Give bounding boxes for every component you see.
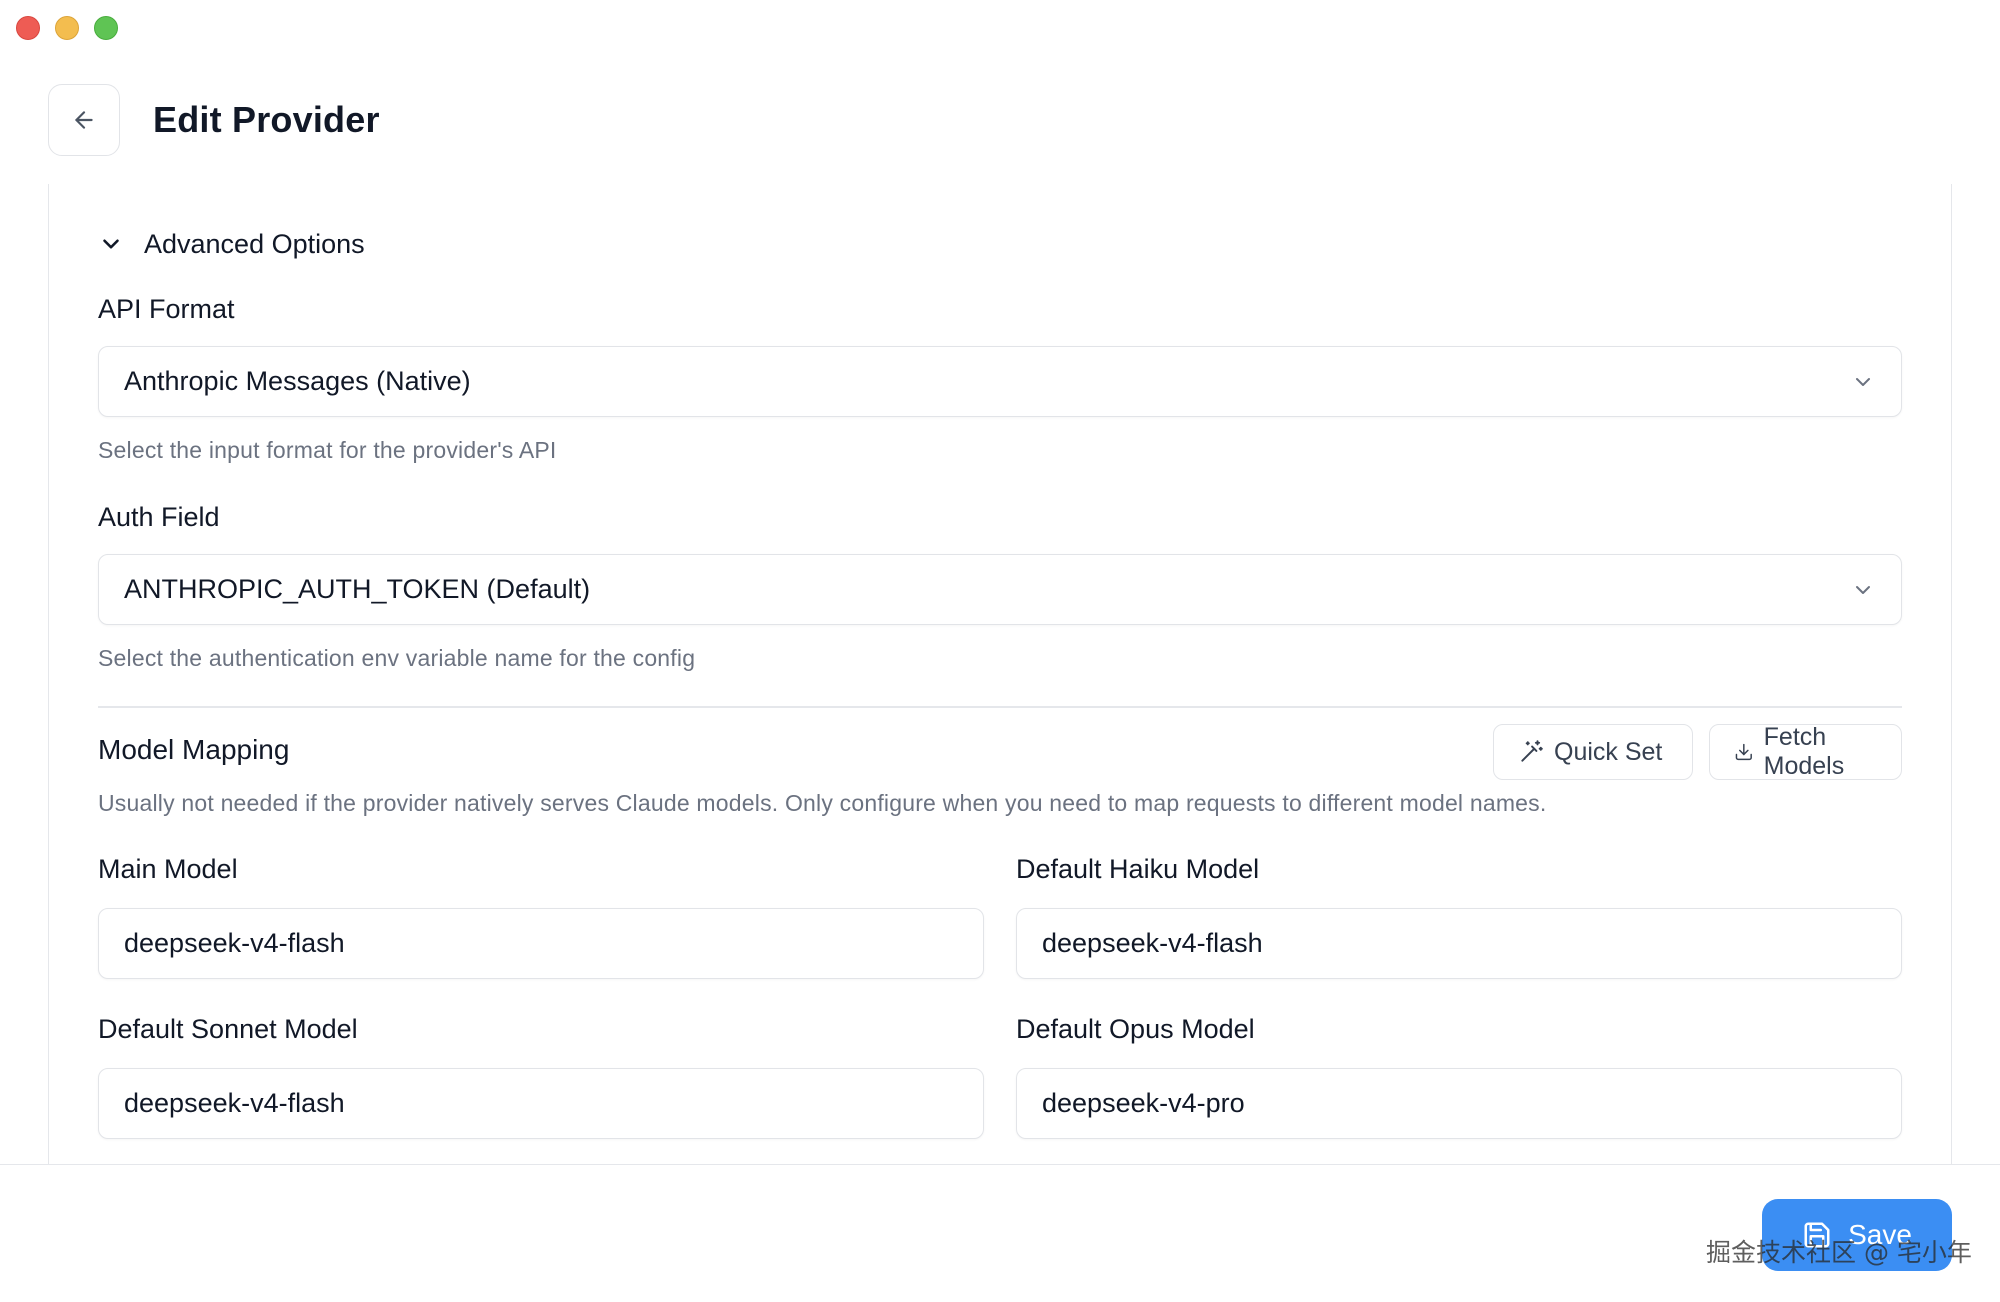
chevron-down-icon xyxy=(103,239,119,249)
opus-model-input[interactable]: deepseek-v4-pro xyxy=(1016,1068,1902,1139)
settings-panel[interactable]: Advanced Options API Format Anthropic Me… xyxy=(48,184,1952,1164)
close-window-button[interactable] xyxy=(16,16,40,40)
quick-set-label: Quick Set xyxy=(1554,737,1663,766)
chevron-down-icon xyxy=(1856,585,1870,594)
watermark-text: 掘金技术社区 @ 宅小年 xyxy=(1706,1238,1972,1267)
haiku-model-input[interactable]: deepseek-v4-flash xyxy=(1016,908,1902,979)
arrow-left-icon xyxy=(75,111,93,129)
advanced-options-toggle[interactable]: Advanced Options xyxy=(98,224,365,264)
main-model-label: Main Model xyxy=(98,854,238,884)
sonnet-model-label: Default Sonnet Model xyxy=(98,1014,358,1044)
api-format-label: API Format xyxy=(98,294,235,324)
app-window: Edit Provider Advanced Options API Forma… xyxy=(0,0,2000,1302)
opus-model-label: Default Opus Model xyxy=(1016,1014,1255,1044)
maximize-window-button[interactable] xyxy=(94,16,118,40)
back-button[interactable] xyxy=(48,84,120,156)
api-format-hint: Select the input format for the provider… xyxy=(98,437,557,463)
fetch-models-label: Fetch Models xyxy=(1763,723,1845,780)
auth-field-select[interactable]: ANTHROPIC_AUTH_TOKEN (Default) xyxy=(98,554,1902,625)
page-title: Edit Provider xyxy=(153,99,380,140)
window-controls xyxy=(16,16,118,40)
sonnet-model-input[interactable]: deepseek-v4-flash xyxy=(98,1068,984,1139)
section-divider xyxy=(98,706,1902,708)
download-icon xyxy=(1735,743,1752,761)
model-mapping-title: Model Mapping xyxy=(98,734,290,765)
main-model-input[interactable]: deepseek-v4-flash xyxy=(98,908,984,979)
quick-set-button[interactable]: Quick Set xyxy=(1493,724,1693,780)
minimize-window-button[interactable] xyxy=(55,16,79,40)
page-header: Edit Provider xyxy=(48,84,380,156)
auth-field-label: Auth Field xyxy=(98,502,220,532)
chevron-down-icon xyxy=(1856,377,1870,386)
haiku-model-label: Default Haiku Model xyxy=(1016,854,1260,884)
model-mapping-description: Usually not needed if the provider nativ… xyxy=(98,790,1547,816)
auth-field-hint: Select the authentication env variable n… xyxy=(98,645,696,671)
api-format-select[interactable]: Anthropic Messages (Native) xyxy=(98,346,1902,417)
api-format-value: Anthropic Messages (Native) xyxy=(124,366,471,396)
magic-wand-icon xyxy=(1521,740,1543,762)
auth-field-value: ANTHROPIC_AUTH_TOKEN (Default) xyxy=(124,574,591,604)
footer-bar: Save 掘金技术社区 @ 宅小年 xyxy=(0,1164,2000,1302)
fetch-models-button[interactable]: Fetch Models xyxy=(1709,723,1902,780)
advanced-options-label: Advanced Options xyxy=(144,228,365,259)
